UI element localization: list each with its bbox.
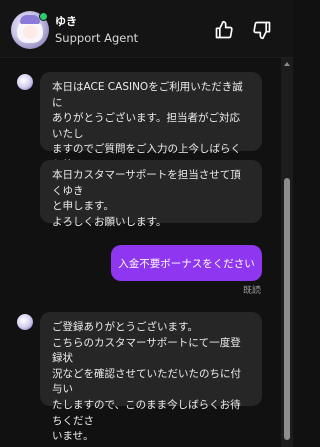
scroll-thumb[interactable] (284, 178, 290, 440)
user-message: 入金不要ボーナスをください (111, 245, 262, 281)
chat-header: ゆき Support Agent (0, 0, 293, 58)
agent-message: ご登録ありがとうございます。 こちらのカスタマーサポートにて一度登録状 況などを… (40, 312, 262, 442)
agent-message: 本日カスタマーサポートを担当させて頂くゆき と申します。 よろしくお願いします。 (40, 160, 262, 228)
thumbs-up-icon[interactable] (213, 19, 235, 41)
online-status-icon (39, 12, 48, 21)
chat-scrollbar[interactable] (281, 58, 293, 447)
agent-role: Support Agent (55, 31, 139, 45)
agent-avatar-small-icon (17, 74, 33, 90)
agent-name: ゆき (55, 15, 77, 28)
thumbs-down-icon[interactable] (251, 19, 273, 41)
read-receipt: 既読 (243, 286, 262, 296)
message-list[interactable]: 本日はACE CASINOをご利用いただき誠に ありがとうございます。担当者がご… (0, 58, 281, 447)
scroll-up-arrow-icon[interactable] (284, 62, 290, 66)
agent-message: 本日はACE CASINOをご利用いただき誠に ありがとうございます。担当者がご… (40, 72, 262, 187)
agent-avatar (11, 11, 49, 49)
agent-avatar-small-icon (17, 314, 33, 330)
